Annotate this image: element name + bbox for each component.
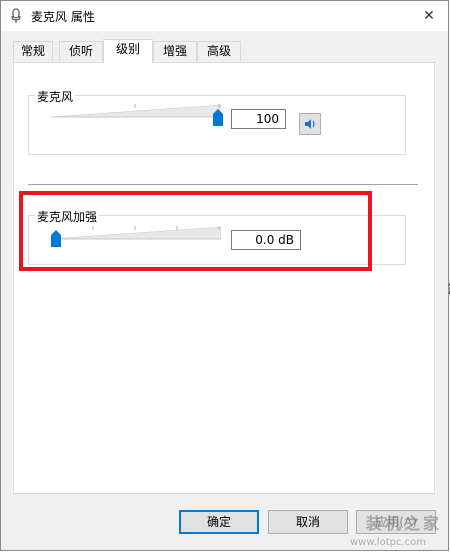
mute-toggle-button[interactable]	[299, 113, 321, 135]
tab-general[interactable]: 常规	[13, 41, 53, 61]
microphone-label: 麦克风	[35, 88, 76, 105]
ok-button[interactable]: 确定	[179, 510, 259, 534]
tab-enhancements-label: 增强	[162, 44, 187, 58]
levels-panel: 麦克风 100 麦克风加强 0.0 dB	[13, 62, 435, 494]
section-divider	[28, 184, 418, 185]
speaker-icon	[305, 119, 315, 129]
window-title: 麦克风 属性	[31, 10, 95, 24]
highlight-annotation	[19, 191, 372, 271]
microphone-group: 麦克风 100	[28, 88, 406, 155]
ok-button-label: 确定	[206, 515, 231, 529]
microphone-icon	[11, 8, 21, 23]
tab-enhancements[interactable]: 增强	[153, 41, 197, 61]
watermark-brand: 装机之家	[365, 514, 442, 533]
tab-advanced-label: 高级	[206, 44, 231, 58]
tab-advanced[interactable]: 高级	[197, 41, 241, 61]
tab-listen-label: 侦听	[68, 44, 93, 58]
close-icon: ✕	[423, 8, 435, 24]
microphone-slider-thumb[interactable]	[213, 109, 223, 126]
properties-dialog: 麦克风 属性 ✕ 常规 侦听 级别 增强 高级 麦克风 100 麦克风加强 0.…	[0, 0, 449, 551]
microphone-value-field[interactable]: 100	[231, 109, 286, 129]
microphone-slider-track[interactable]	[51, 104, 221, 118]
cancel-button[interactable]: 取消	[268, 510, 348, 534]
tab-listen[interactable]: 侦听	[59, 41, 103, 61]
tab-levels-label: 级别	[115, 42, 140, 56]
cancel-button-label: 取消	[295, 515, 320, 529]
close-button[interactable]: ✕	[418, 5, 440, 27]
watermark-url: www.lotpc.com	[350, 537, 426, 548]
watermark-logo: 装机之家	[366, 510, 442, 534]
title-bar: 麦克风 属性 ✕	[1, 1, 448, 31]
tab-general-label: 常规	[20, 44, 45, 58]
tab-levels[interactable]: 级别	[103, 39, 153, 63]
